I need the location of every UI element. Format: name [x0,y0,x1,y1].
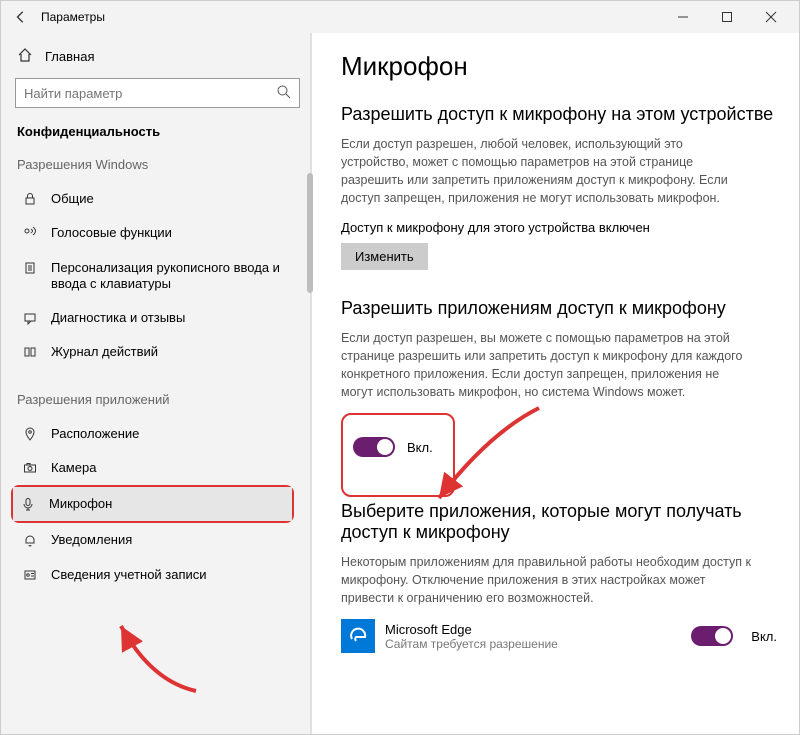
sidebar-item-camera[interactable]: Камера [15,451,300,485]
sidebar-item-notifications[interactable]: Уведомления [15,523,300,557]
window-title: Параметры [41,10,105,24]
sidebar-item-diagnostics[interactable]: Диагностика и отзывы [15,301,300,335]
apps-access-toggle-label: Вкл. [407,440,433,455]
lock-icon [21,191,39,206]
camera-icon [21,460,39,475]
sidebar-home-label: Главная [45,49,94,64]
sidebar-item-label: Общие [51,191,94,207]
sidebar-item-general[interactable]: Общие [15,182,300,216]
sidebar-item-label: Расположение [51,426,139,442]
section1-title: Разрешить доступ к микрофону на этом уст… [341,104,777,125]
sidebar-item-label: Сведения учетной записи [51,567,207,583]
edge-icon [341,619,375,653]
feedback-icon [21,310,39,325]
content-area: Микрофон Разрешить доступ к микрофону на… [311,33,799,734]
search-input[interactable] [15,78,300,108]
close-button[interactable] [749,2,793,32]
section3-desc: Некоторым приложениям для правильной раб… [341,553,751,607]
clipboard-icon [21,260,39,275]
section2-title: Разрешить приложениям доступ к микрофону [341,298,777,319]
app-edge-toggle-label: Вкл. [751,629,777,644]
maximize-button[interactable] [705,2,749,32]
sidebar-item-account[interactable]: Сведения учетной записи [15,558,300,592]
search-icon [276,84,292,103]
sidebar-item-label: Голосовые функции [51,225,172,241]
change-button[interactable]: Изменить [341,243,428,270]
sidebar-item-label: Камера [51,460,96,476]
location-icon [21,426,39,441]
section-app-permissions: Разрешения приложений [17,392,300,407]
home-icon [17,47,33,66]
device-access-status: Доступ к микрофону для этого устройства … [341,220,777,235]
section-windows-permissions: Разрешения Windows [17,157,300,172]
sidebar-home[interactable]: Главная [15,41,300,78]
account-icon [21,567,39,582]
sidebar-item-label: Журнал действий [51,344,158,360]
sidebar-item-label: Уведомления [51,532,132,548]
sidebar-item-label: Микрофон [49,496,112,512]
app-edge-toggle[interactable] [691,626,733,646]
sidebar-item-microphone[interactable]: Микрофон [13,487,292,521]
activity-icon [21,344,39,359]
section2-desc: Если доступ разрешен, вы можете с помощь… [341,329,751,402]
bell-icon [21,532,39,547]
sidebar-category: Конфиденциальность [17,124,300,139]
sidebar-item-label: Диагностика и отзывы [51,310,185,326]
page-title: Микрофон [341,51,777,82]
speech-icon [21,225,39,240]
sidebar-item-speech[interactable]: Голосовые функции [15,216,300,250]
sidebar-item-inking[interactable]: Персонализация рукописного ввода и ввода… [15,251,300,302]
sidebar-item-label: Персонализация рукописного ввода и ввода… [51,260,294,293]
minimize-button[interactable] [661,2,705,32]
app-sub: Сайтам требуется разрешение [385,637,681,651]
microphone-icon [19,496,37,511]
sidebar: Главная Конфиденциальность Разрешения Wi… [1,33,311,734]
sidebar-item-location[interactable]: Расположение [15,417,300,451]
apps-access-toggle[interactable] [353,437,395,457]
section3-title: Выберите приложения, которые могут получ… [341,501,777,543]
app-row-edge: Microsoft Edge Сайтам требуется разрешен… [341,619,777,653]
titlebar: Параметры [1,1,799,33]
section1-desc: Если доступ разрешен, любой человек, исп… [341,135,751,208]
search-box[interactable] [15,78,300,108]
back-button[interactable] [7,3,35,31]
sidebar-item-activity[interactable]: Журнал действий [15,335,300,369]
app-name: Microsoft Edge [385,622,681,637]
